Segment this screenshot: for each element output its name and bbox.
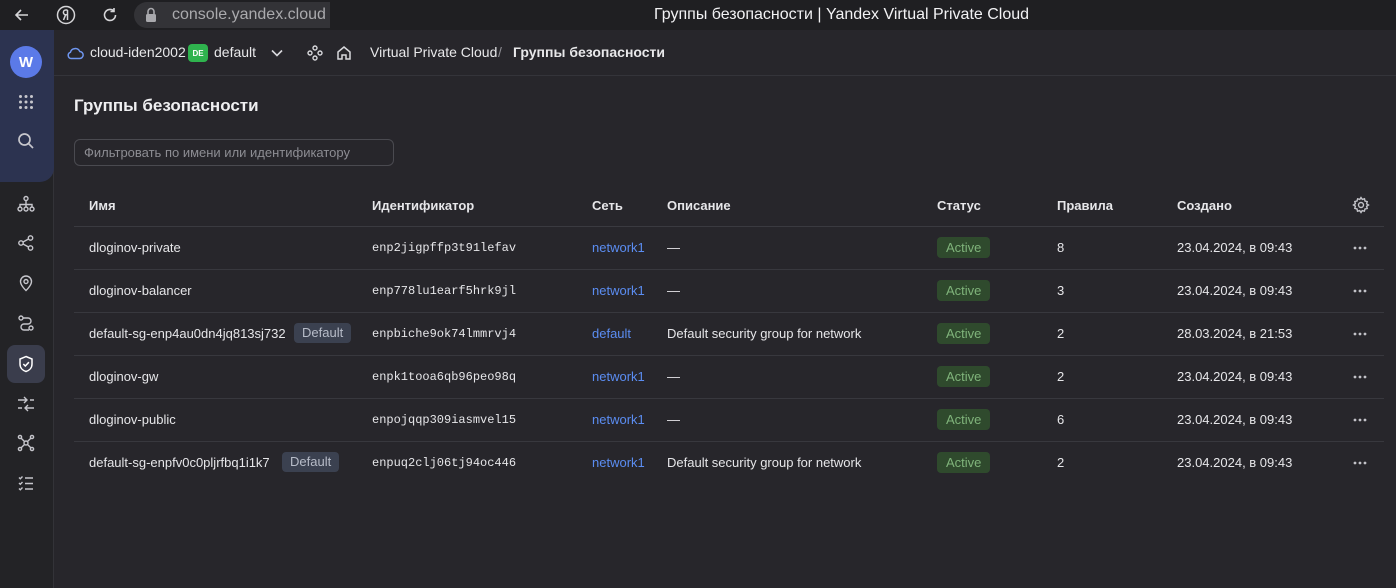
breadcrumb-current: Группы безопасности — [513, 44, 666, 60]
all-services-icon[interactable] — [7, 83, 45, 121]
routing-tables-icon[interactable] — [7, 304, 45, 342]
column-header-network[interactable]: Сеть — [592, 198, 623, 213]
yandex-logo-icon[interactable] — [56, 5, 76, 25]
ellipsis-icon[interactable] — [1350, 282, 1370, 300]
ellipsis-icon[interactable] — [1350, 325, 1370, 343]
default-badge: Default — [282, 452, 340, 472]
row-name[interactable]: default-sg-enpfv0c0pljrfbq1i1k7 — [89, 455, 270, 470]
column-header-rules[interactable]: Правила — [1057, 198, 1113, 213]
row-description: — — [667, 240, 680, 255]
row-rules: 2 — [1057, 369, 1065, 384]
row-network-link[interactable]: network1 — [592, 455, 645, 470]
row-network-link[interactable]: network1 — [592, 412, 645, 427]
home-icon[interactable] — [335, 44, 353, 62]
row-created: 23.04.2024, в 09:43 — [1177, 369, 1293, 384]
row-rules: 3 — [1057, 283, 1065, 298]
table-header: Имя Идентификатор Сеть Описание Статус П… — [74, 184, 1384, 227]
column-header-name[interactable]: Имя — [89, 198, 116, 213]
row-description: — — [667, 283, 680, 298]
operations-list-icon[interactable] — [7, 464, 45, 502]
browser-toolbar: console.yandex.cloud Группы безопасности… — [0, 0, 1396, 30]
row-name[interactable]: dloginov-balancer — [89, 283, 192, 298]
page-title: Группы безопасности — [74, 96, 259, 115]
row-description: — — [667, 412, 680, 427]
window-title: Группы безопасности | Yandex Virtual Pri… — [654, 6, 1030, 23]
row-description: Default security group for network — [667, 455, 862, 470]
ellipsis-icon[interactable] — [1350, 454, 1370, 472]
row-network-link[interactable]: network1 — [592, 283, 645, 298]
folder-selector[interactable]: default — [214, 44, 256, 60]
column-header-status[interactable]: Статус — [937, 198, 981, 213]
row-network-link[interactable]: default — [592, 326, 631, 341]
table-row[interactable]: dloginov-private enp2jigpffp3t91lefav ne… — [74, 227, 1384, 270]
row-rules: 2 — [1057, 326, 1065, 341]
row-rules: 6 — [1057, 412, 1065, 427]
row-description: Default security group for network — [667, 326, 862, 341]
row-name[interactable]: dloginov-private — [89, 240, 181, 255]
page-header: cloud-iden2002 DE default Virtual Privat… — [54, 30, 1396, 76]
column-header-created[interactable]: Создано — [1177, 198, 1232, 213]
security-groups-table: Имя Идентификатор Сеть Описание Статус П… — [74, 184, 1384, 485]
row-rules: 8 — [1057, 240, 1065, 255]
cloud-networks-icon[interactable] — [7, 185, 45, 223]
gear-icon[interactable] — [1352, 196, 1370, 214]
table-row[interactable]: default-sg-enp4au0dn4jq813sj732 Default … — [74, 313, 1384, 356]
row-name[interactable]: dloginov-gw — [89, 369, 158, 384]
table-row[interactable]: dloginov-gw enpk1tooa6qb96peo98q network… — [74, 356, 1384, 399]
filter-input[interactable] — [74, 139, 394, 166]
column-header-id[interactable]: Идентификатор — [372, 198, 474, 213]
status-badge: Active — [937, 409, 991, 430]
row-id: enp778lu1earf5hrk9jl — [372, 284, 517, 298]
ellipsis-icon[interactable] — [1350, 368, 1370, 386]
status-badge: Active — [937, 366, 991, 387]
status-badge: Active — [937, 452, 991, 473]
folder-badge: DE — [188, 44, 208, 62]
private-endpoints-icon[interactable] — [7, 424, 45, 462]
breadcrumb-separator: / — [498, 44, 502, 60]
row-description: — — [667, 369, 680, 384]
gateways-icon[interactable] — [7, 385, 45, 423]
row-created: 23.04.2024, в 09:43 — [1177, 283, 1293, 298]
reload-icon[interactable] — [100, 5, 120, 25]
row-created: 23.04.2024, в 09:43 — [1177, 455, 1293, 470]
ellipsis-icon[interactable] — [1350, 239, 1370, 257]
row-id: enpojqqp309iasmvel15 — [372, 413, 517, 427]
subnets-icon[interactable] — [7, 224, 45, 262]
default-badge: Default — [294, 323, 352, 343]
ip-addresses-icon[interactable] — [7, 264, 45, 302]
chevron-down-icon[interactable] — [268, 44, 286, 62]
row-created: 23.04.2024, в 09:43 — [1177, 240, 1293, 255]
ellipsis-icon[interactable] — [1350, 411, 1370, 429]
column-header-description[interactable]: Описание — [667, 198, 731, 213]
status-badge: Active — [937, 280, 991, 301]
security-groups-shield-icon[interactable] — [7, 345, 45, 383]
breadcrumb-service[interactable]: Virtual Private Cloud — [370, 44, 497, 60]
status-badge: Active — [937, 323, 991, 344]
row-rules: 2 — [1057, 455, 1065, 470]
arrow-left-icon[interactable] — [12, 5, 32, 25]
table-row[interactable]: dloginov-balancer enp778lu1earf5hrk9jl n… — [74, 270, 1384, 313]
cloud-selector[interactable]: cloud-iden2002 — [90, 44, 186, 60]
table-row[interactable]: default-sg-enpfv0c0pljrfbq1i1k7 Default … — [74, 442, 1384, 485]
row-created: 23.04.2024, в 09:43 — [1177, 412, 1293, 427]
row-name[interactable]: default-sg-enp4au0dn4jq813sj732 — [89, 326, 286, 341]
services-icon[interactable] — [306, 44, 324, 62]
yandex-cloud-logo-icon[interactable]: W — [10, 46, 42, 78]
url-text[interactable]: console.yandex.cloud — [172, 6, 326, 24]
row-network-link[interactable]: network1 — [592, 240, 645, 255]
row-id: enpuq2clj06tj94oc446 — [372, 456, 517, 470]
row-created: 28.03.2024, в 21:53 — [1177, 326, 1293, 341]
left-rail: W — [0, 30, 54, 588]
row-network-link[interactable]: network1 — [592, 369, 645, 384]
row-id: enp2jigpffp3t91lefav — [372, 241, 517, 255]
lock-icon — [144, 6, 158, 29]
row-id: enpbiche9ok74lmmrvj4 — [372, 327, 517, 341]
table-row[interactable]: dloginov-public enpojqqp309iasmvel15 net… — [74, 399, 1384, 442]
status-badge: Active — [937, 237, 991, 258]
row-name[interactable]: dloginov-public — [89, 412, 176, 427]
cloud-icon — [66, 44, 84, 62]
search-icon[interactable] — [7, 122, 45, 160]
row-id: enpk1tooa6qb96peo98q — [372, 370, 517, 384]
